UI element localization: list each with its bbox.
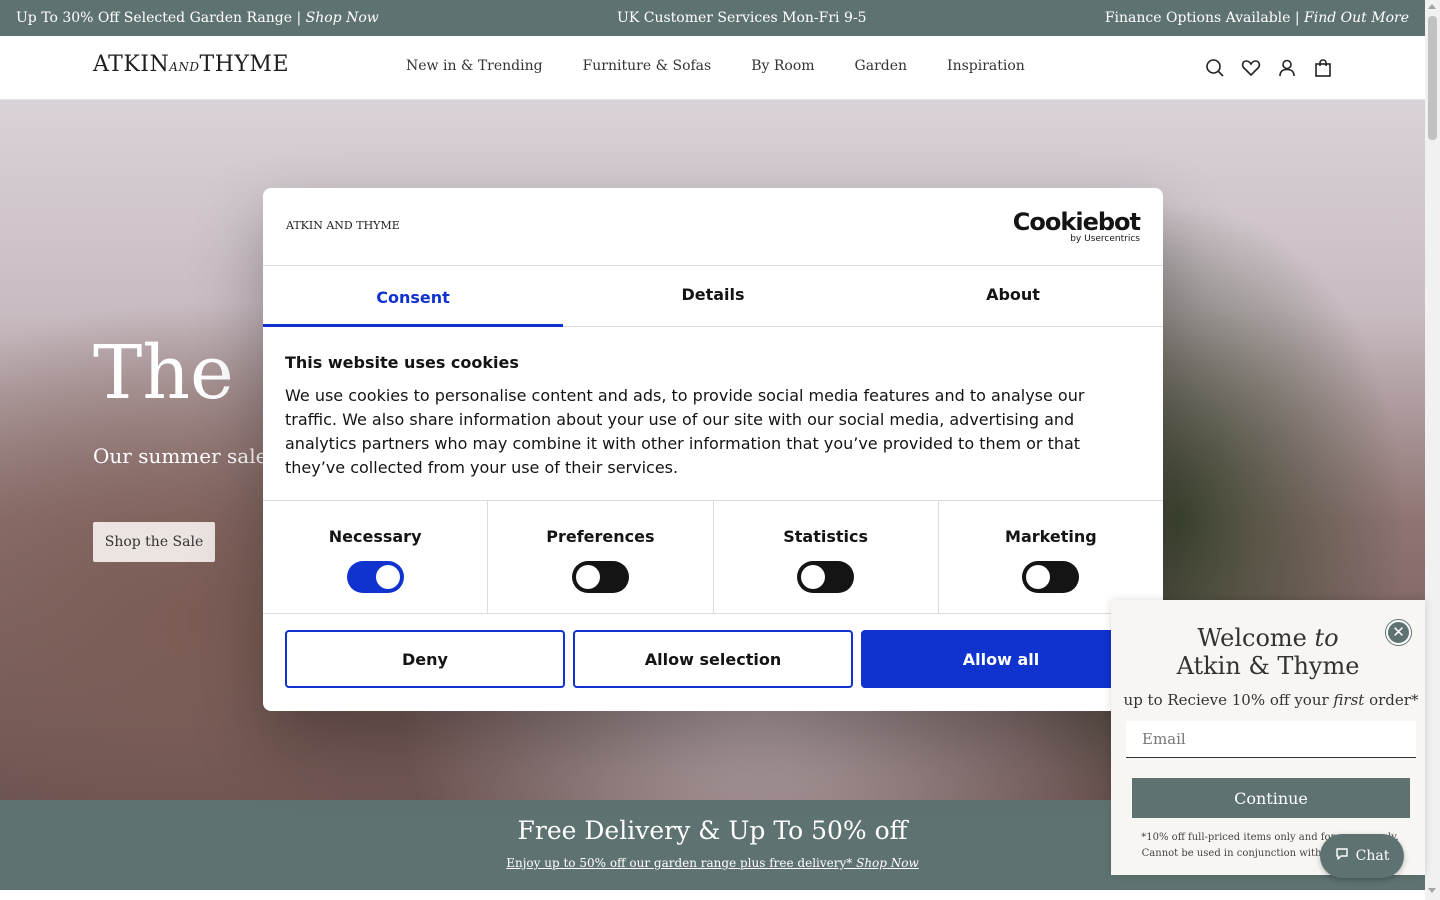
announcement-services: UK Customer Services Mon-Fri 9-5 xyxy=(617,10,867,26)
toggle-cell-necessary: Necessary xyxy=(263,501,489,613)
preferences-toggle[interactable] xyxy=(571,561,629,593)
welcome-title-brand: Atkin & Thyme xyxy=(1176,652,1360,680)
nav-furniture-sofas[interactable]: Furniture & Sofas xyxy=(583,58,712,74)
tab-about[interactable]: About xyxy=(863,266,1163,326)
toggle-cell-statistics: Statistics xyxy=(714,501,939,613)
toggle-label-marketing: Marketing xyxy=(1005,527,1097,546)
main-nav: New in & Trending Furniture & Sofas By R… xyxy=(406,58,1025,74)
announcement-garden-link[interactable]: Shop Now xyxy=(306,10,379,26)
scroll-up-arrow-icon[interactable] xyxy=(1428,4,1436,9)
marketing-toggle[interactable] xyxy=(1022,561,1080,593)
welcome-subtitle: up to Recieve 10% off your first order* xyxy=(1111,691,1425,709)
cookie-description: This website uses cookies We use cookies… xyxy=(285,353,1141,480)
chat-bubble-icon xyxy=(1335,847,1349,865)
cookie-consent-dialog: ATKIN AND THYME Cookiebot by Usercentric… xyxy=(263,188,1163,711)
scroll-down-arrow-icon[interactable] xyxy=(1428,888,1436,893)
nav-garden[interactable]: Garden xyxy=(855,58,908,74)
announcement-finance[interactable]: Finance Options Available | Find Out Mor… xyxy=(1105,10,1409,26)
announcement-garden-text: Up To 30% Off Selected Garden Range | xyxy=(16,10,306,26)
chat-button[interactable]: Chat xyxy=(1320,834,1404,878)
cookie-category-toggles: Necessary Preferences Statistics Marketi… xyxy=(263,500,1163,614)
page-scrollbar[interactable] xyxy=(1425,0,1440,900)
scroll-thumb[interactable] xyxy=(1428,16,1437,140)
account-icon[interactable] xyxy=(1277,58,1297,78)
continue-button[interactable]: Continue xyxy=(1132,778,1410,818)
welcome-title-to: to xyxy=(1314,624,1339,652)
email-field[interactable]: Email xyxy=(1126,721,1416,758)
shop-sale-button[interactable]: Shop the Sale xyxy=(93,522,215,562)
toggle-cell-marketing: Marketing xyxy=(939,501,1163,613)
site-logo[interactable]: ATKINANDTHYME xyxy=(93,52,289,77)
welcome-title-word: Welcome xyxy=(1197,624,1315,652)
nav-new-trending[interactable]: New in & Trending xyxy=(406,58,543,74)
toggle-label-preferences: Preferences xyxy=(546,527,655,546)
announcement-finance-link[interactable]: Find Out More xyxy=(1304,10,1409,26)
promo-shop-now-link[interactable]: Shop Now xyxy=(856,856,919,870)
statistics-toggle[interactable] xyxy=(797,561,855,593)
announcement-finance-text: Finance Options Available | xyxy=(1104,10,1305,26)
cookie-heading: This website uses cookies xyxy=(285,353,519,372)
toggle-label-statistics: Statistics xyxy=(783,527,868,546)
cookie-buttons: Deny Allow selection Allow all xyxy=(285,630,1141,688)
heart-icon[interactable] xyxy=(1241,58,1261,78)
allow-all-button[interactable]: Allow all xyxy=(861,630,1141,688)
announcement-garden[interactable]: Up To 30% Off Selected Garden Range | Sh… xyxy=(16,10,379,26)
logo-text-thyme: THYME xyxy=(199,52,289,77)
cookie-site-logo: ATKIN AND THYME xyxy=(286,219,400,232)
deny-button[interactable]: Deny xyxy=(285,630,565,688)
toggle-label-necessary: Necessary xyxy=(328,527,422,546)
cookie-body-text: We use cookies to personalise content an… xyxy=(285,386,1085,477)
header-icons xyxy=(1205,58,1333,78)
logo-text-atkin: ATKIN xyxy=(93,52,170,77)
announcement-bar: Up To 30% Off Selected Garden Range | Sh… xyxy=(0,0,1425,36)
welcome-subtitle-post: order* xyxy=(1364,691,1419,709)
bag-icon[interactable] xyxy=(1313,58,1333,78)
necessary-toggle[interactable] xyxy=(346,561,404,593)
promo-subtitle-text: Enjoy up to 50% off our garden range plu… xyxy=(506,856,857,870)
chat-label: Chat xyxy=(1355,848,1390,864)
cookie-tabs: Consent Details About xyxy=(263,266,1163,327)
search-icon[interactable] xyxy=(1205,58,1225,78)
cookie-dialog-header: ATKIN AND THYME Cookiebot by Usercentric… xyxy=(263,188,1163,266)
toggle-cell-preferences: Preferences xyxy=(488,501,714,613)
cookiebot-name: Cookiebot xyxy=(1012,208,1141,236)
nav-inspiration[interactable]: Inspiration xyxy=(947,58,1025,74)
tab-details[interactable]: Details xyxy=(563,266,863,326)
site-header: ATKINANDTHYME New in & Trending Furnitur… xyxy=(0,36,1425,100)
welcome-subtitle-first: first xyxy=(1333,691,1365,709)
tab-consent[interactable]: Consent xyxy=(263,266,563,327)
nav-by-room[interactable]: By Room xyxy=(751,58,814,74)
logo-text-and: AND xyxy=(169,60,200,74)
cookiebot-logo[interactable]: Cookiebot by Usercentrics xyxy=(1012,208,1141,244)
allow-selection-button[interactable]: Allow selection xyxy=(573,630,853,688)
welcome-subtitle-pre: up to Recieve 10% off your xyxy=(1123,691,1334,709)
welcome-title: Welcome to Atkin & Thyme xyxy=(1111,624,1425,680)
